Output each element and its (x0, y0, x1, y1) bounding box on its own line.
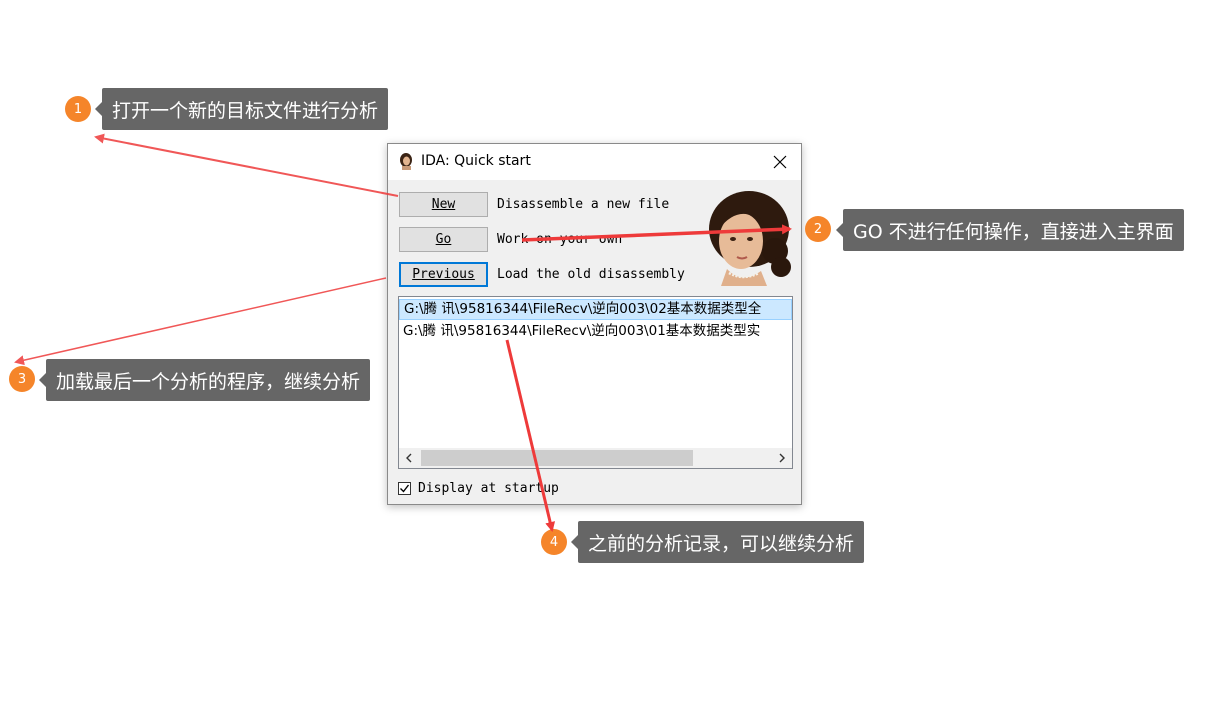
chevron-right-icon (779, 453, 785, 463)
portrait-image (697, 189, 795, 286)
dialog-title: IDA: Quick start (421, 153, 531, 169)
close-icon (773, 155, 787, 169)
callout-tip-3: 加载最后一个分析的程序，继续分析 (38, 359, 371, 401)
close-button[interactable] (763, 147, 797, 177)
callout-badge-4: 4 (541, 529, 567, 555)
arrow-1 (94, 133, 399, 197)
previous-description: Load the old disassembly (497, 267, 685, 282)
recent-files-list[interactable]: G:\腾 讯\95816344\FileRecv\逆向003\02基本数据类型全… (398, 296, 793, 469)
scrollbar-thumb[interactable] (421, 450, 693, 466)
display-at-startup-checkbox[interactable] (398, 481, 411, 495)
display-at-startup-row: Display at startup (398, 479, 559, 497)
scroll-left-button[interactable] (399, 448, 419, 468)
title-bar: IDA: Quick start (388, 144, 801, 180)
new-description: Disassemble a new file (497, 197, 670, 212)
callout-tip-4: 之前的分析记录，可以继续分析 (570, 521, 865, 563)
arrow-3 (14, 277, 387, 366)
new-button-label: New (431, 197, 456, 212)
checkmark-icon (400, 484, 410, 493)
previous-button[interactable]: Previous (399, 262, 488, 287)
recent-file-item[interactable]: G:\腾 讯\95816344\FileRecv\逆向003\02基本数据类型全 (399, 299, 792, 320)
callout-badge-1: 1 (65, 96, 91, 122)
display-at-startup-label: Display at startup (418, 480, 559, 496)
new-button[interactable]: New (399, 192, 488, 217)
scroll-right-button[interactable] (772, 448, 792, 468)
go-button[interactable]: Go (399, 227, 488, 252)
quick-start-dialog: IDA: Quick start New Disassemble a new f… (387, 143, 802, 505)
callout-tip-1: 打开一个新的目标文件进行分析 (94, 88, 389, 130)
go-button-label: Go (435, 232, 452, 247)
callout-badge-3: 3 (9, 366, 35, 392)
horizontal-scrollbar[interactable] (399, 448, 792, 468)
previous-button-label: Previous (412, 267, 475, 282)
callout-badge-2: 2 (805, 216, 831, 242)
chevron-left-icon (406, 453, 412, 463)
ida-app-icon (400, 153, 412, 170)
callout-tip-2: GO 不进行任何操作，直接进入主界面 (836, 209, 1184, 251)
go-description: Work on your own (497, 232, 623, 247)
recent-file-item[interactable]: G:\腾 讯\95816344\FileRecv\逆向003\01基本数据类型实 (399, 321, 792, 342)
